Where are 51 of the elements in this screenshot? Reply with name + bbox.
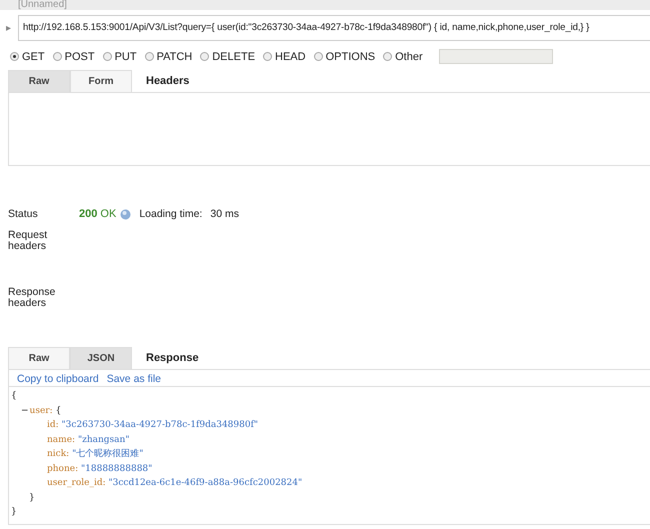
json-value: "18888888888" bbox=[81, 464, 152, 474]
loading-time-value: 30 ms bbox=[210, 208, 239, 220]
url-field[interactable]: http://192.168.5.153:9001/Api/V3/List?query={ user(id:"3c263730-34aa-4927-b78c-1f9da348980f") { id, name,nick,phone,user_role_id,} } bbox=[18, 15, 650, 41]
json-key: nick: bbox=[47, 449, 70, 459]
status-label: Status bbox=[8, 208, 39, 220]
radio-icon[interactable] bbox=[383, 52, 392, 61]
section-title: Headers bbox=[146, 75, 190, 87]
method-radio[interactable]: OPTIONS bbox=[314, 50, 376, 62]
method-radio[interactable]: PUT bbox=[102, 50, 137, 62]
radio-icon[interactable] bbox=[10, 52, 19, 61]
info-icon[interactable] bbox=[120, 208, 132, 220]
json-brace: { bbox=[56, 406, 62, 416]
tab[interactable]: JSON bbox=[70, 347, 132, 369]
json-key: user_role_id: bbox=[47, 478, 106, 488]
json-key: user: bbox=[30, 406, 53, 416]
collapse-toggle[interactable]: − bbox=[21, 406, 29, 416]
radio-icon[interactable] bbox=[52, 52, 62, 61]
json-key: phone: bbox=[47, 464, 78, 474]
expand-toggle[interactable]: ▸ bbox=[6, 22, 18, 34]
json-brace: { bbox=[11, 391, 17, 401]
radio-icon[interactable] bbox=[314, 52, 323, 61]
section-title: Response bbox=[146, 352, 199, 364]
method-radio[interactable]: Other bbox=[383, 50, 423, 62]
loading-time-label: Loading time: bbox=[139, 208, 202, 220]
json-key: id: bbox=[47, 420, 59, 430]
radio-icon[interactable] bbox=[263, 52, 272, 61]
radio-icon[interactable] bbox=[200, 52, 210, 61]
request-headers-label: Request headers bbox=[8, 230, 48, 252]
method-radio[interactable]: POST bbox=[52, 50, 95, 62]
request-name: [Unnamed] bbox=[18, 0, 67, 10]
tab[interactable]: Raw bbox=[8, 70, 70, 92]
tab[interactable]: Form bbox=[70, 70, 132, 92]
json-value: "zhangsan" bbox=[78, 434, 130, 444]
json-brace: } bbox=[11, 507, 17, 517]
method-radio[interactable]: PATCH bbox=[144, 50, 192, 62]
tab[interactable]: Raw bbox=[8, 347, 70, 369]
status-code: 200 OK bbox=[79, 208, 116, 220]
link[interactable]: Save as file bbox=[106, 373, 161, 386]
radio-icon[interactable] bbox=[144, 52, 154, 61]
radio-icon[interactable] bbox=[102, 52, 112, 61]
method-radio[interactable]: HEAD bbox=[263, 50, 306, 62]
method-radio[interactable]: GET bbox=[10, 50, 45, 62]
json-key: name: bbox=[47, 434, 76, 444]
other-method-field[interactable] bbox=[438, 49, 553, 64]
json-value: "3c263730-34aa-4927-b78c-1f9da348980f" bbox=[62, 420, 258, 430]
response-headers-label: Response headers bbox=[8, 287, 56, 309]
json-brace: } bbox=[29, 492, 35, 502]
json-value: "七个昵称很困难" bbox=[72, 449, 144, 459]
method-radio[interactable]: DELETE bbox=[200, 50, 256, 62]
link[interactable]: Copy to clipboard bbox=[17, 373, 99, 386]
json-value: "3ccd12ea-6c1e-46f9-a88a-96cfc2002824" bbox=[108, 478, 302, 488]
